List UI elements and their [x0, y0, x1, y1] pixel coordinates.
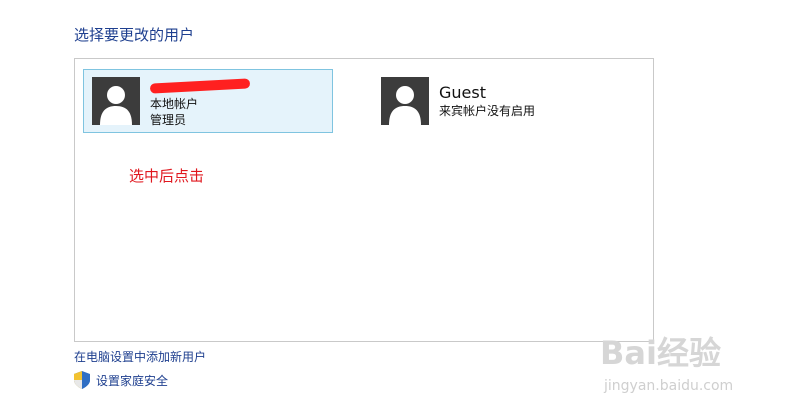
- guest-info: Guest 来宾帐户没有启用: [439, 83, 535, 119]
- page-heading: 选择要更改的用户: [74, 26, 195, 44]
- user-tile-admin[interactable]: 本地帐户 管理员: [83, 69, 333, 133]
- account-type-label: 本地帐户: [150, 97, 199, 111]
- family-safety-label: 设置家庭安全: [96, 373, 169, 388]
- family-safety-link[interactable]: 设置家庭安全: [74, 371, 168, 389]
- account-role-label: 管理员: [150, 113, 187, 127]
- user-avatar-icon: [92, 77, 140, 125]
- user-name-redacted: [149, 76, 251, 96]
- shield-icon: [74, 371, 90, 389]
- user-info: 本地帐户 管理员: [149, 76, 251, 128]
- watermark-url: jingyan.baidu.com: [604, 378, 734, 394]
- guest-status-label: 来宾帐户没有启用: [439, 104, 536, 118]
- add-user-link[interactable]: 在电脑设置中添加新用户: [74, 348, 206, 365]
- guest-avatar-icon: [381, 77, 429, 125]
- annotation-text: 选中后点击: [129, 167, 205, 185]
- user-list-panel: 本地帐户 管理员 Guest 来宾帐户没有启用 选中后点击: [74, 58, 654, 342]
- user-tile-guest[interactable]: Guest 来宾帐户没有启用: [381, 73, 621, 129]
- watermark-brand: Bai经验: [600, 334, 721, 372]
- baidu-watermark: Bai经验 jingyan.baidu.com: [600, 328, 780, 404]
- guest-name: Guest: [439, 83, 486, 102]
- redaction-mark: [149, 78, 251, 94]
